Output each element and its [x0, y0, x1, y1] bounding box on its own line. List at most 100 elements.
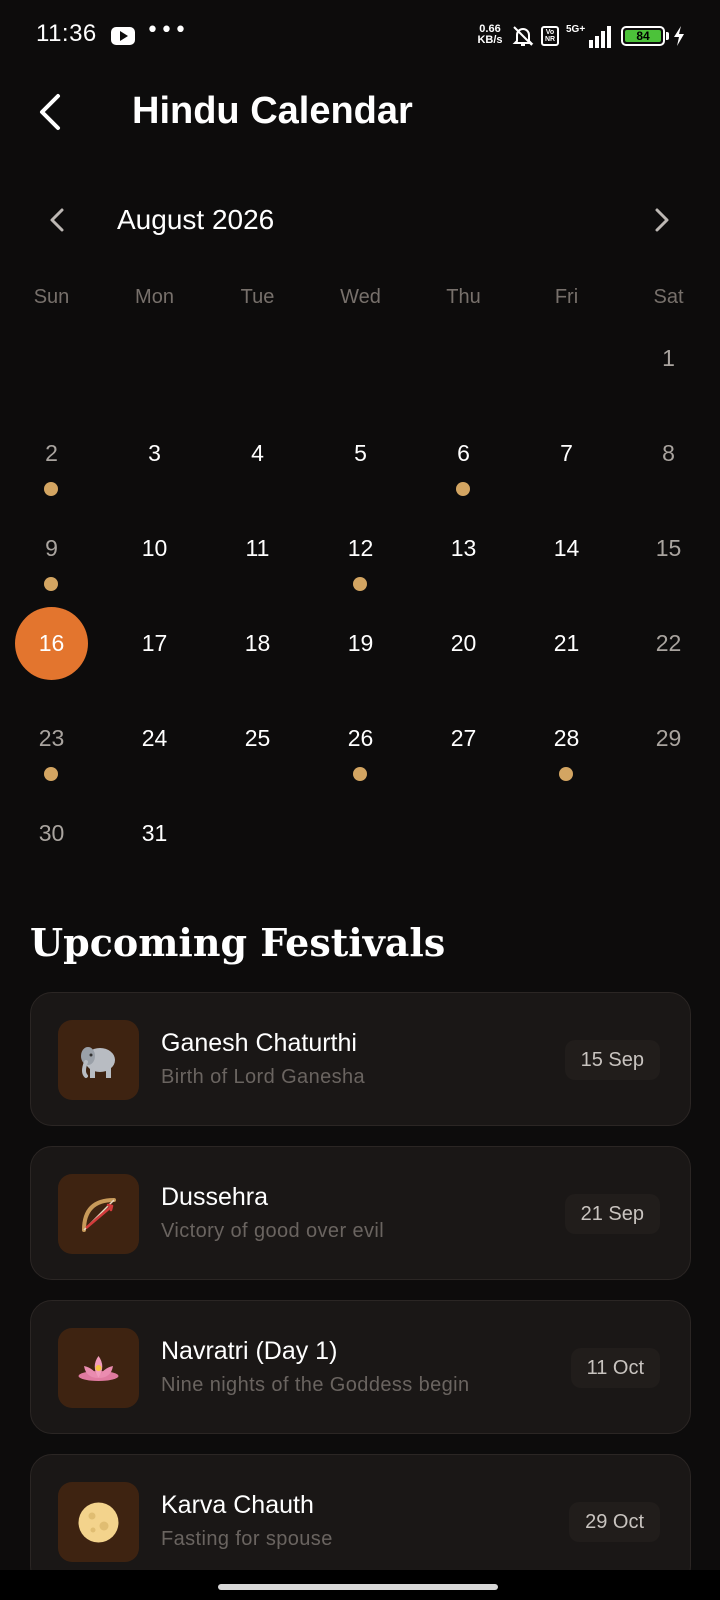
bow-arrow-icon — [82, 1198, 116, 1232]
elephant-icon — [81, 1047, 115, 1078]
weekday-mon: Mon — [135, 286, 174, 308]
calendar-day[interactable]: 14 — [515, 520, 618, 615]
day-number: 11 — [245, 535, 270, 561]
festival-description: Fasting for spouse — [161, 1528, 333, 1550]
weekday-header: Sun Mon Tue Wed Thu Fri Sat — [0, 286, 720, 316]
day-number: 20 — [450, 630, 477, 656]
day-number: 23 — [38, 725, 65, 751]
festival-card[interactable]: Dussehra Victory of good over evil 21 Se… — [30, 1146, 691, 1280]
calendar-day[interactable]: 1 — [617, 330, 720, 425]
day-number: 15 — [655, 535, 682, 561]
festival-card[interactable]: Navratri (Day 1) Nine nights of the Godd… — [30, 1300, 691, 1434]
signal-icon — [589, 26, 611, 48]
day-number: 7 — [560, 440, 573, 466]
status-time: 11:36 — [36, 20, 97, 47]
day-number: 28 — [553, 725, 580, 751]
weekday-fri: Fri — [554, 286, 579, 308]
festival-icon-box — [58, 1328, 139, 1408]
day-number: 18 — [244, 630, 271, 656]
full-moon-icon — [78, 1502, 119, 1543]
lotus-icon — [78, 1356, 119, 1381]
festival-date-badge: 29 Oct — [569, 1502, 660, 1542]
calendar-day[interactable]: 5 — [309, 425, 412, 520]
event-dot — [456, 482, 470, 496]
calendar-day[interactable]: 13 — [412, 520, 515, 615]
net-speed: 0.66 KB/s — [475, 24, 505, 46]
day-number: 19 — [347, 630, 374, 656]
day-number: 8 — [662, 440, 675, 466]
battery-level: 84 — [625, 30, 661, 42]
calendar-day[interactable]: 27 — [412, 710, 515, 805]
festival-name: Karva Chauth — [161, 1491, 314, 1519]
calendar-day[interactable]: 26 — [309, 710, 412, 805]
calendar-day[interactable]: 2 — [0, 425, 103, 520]
event-dot — [44, 577, 58, 591]
bell-muted-icon — [512, 26, 534, 46]
day-number: 22 — [655, 630, 682, 656]
day-number: 25 — [244, 725, 271, 751]
weekday-thu: Thu — [446, 286, 481, 308]
battery-tip — [666, 32, 669, 40]
event-dot — [353, 577, 367, 591]
festival-card[interactable]: Karva Chauth Fasting for spouse 29 Oct — [30, 1454, 691, 1588]
more-icon: ••• — [146, 18, 188, 43]
previous-month-button[interactable] — [42, 204, 74, 236]
festival-icon-box — [58, 1482, 139, 1562]
day-number: 29 — [655, 725, 682, 751]
festival-date-badge: 11 Oct — [570, 1348, 660, 1388]
calendar-day-selected[interactable]: 16 — [0, 607, 103, 710]
day-number: 26 — [347, 725, 374, 751]
day-number: 16 — [38, 630, 65, 656]
calendar-day[interactable]: 9 — [0, 520, 103, 615]
calendar-day[interactable]: 11 — [206, 520, 309, 615]
status-bar: 11:36 ••• 0.66 KB/s Vo NR 5G+ 84 — [0, 0, 720, 72]
calendar-day[interactable]: 22 — [617, 615, 720, 710]
calendar-day[interactable]: 7 — [515, 425, 618, 520]
day-number: 31 — [141, 820, 168, 846]
month-label: August 2026 — [117, 204, 275, 235]
calendar-grid: 1 2 3 4 5 6 7 8 9 10 11 12 13 14 15 16 1… — [0, 330, 720, 870]
day-number: 6 — [457, 440, 470, 466]
section-title-upcoming-festivals: Upcoming Festivals — [30, 920, 446, 965]
day-number: 24 — [141, 725, 168, 751]
battery-icon: 84 — [621, 26, 665, 46]
calendar-day[interactable]: 21 — [515, 615, 618, 710]
calendar-day[interactable]: 15 — [617, 520, 720, 615]
day-number: 21 — [553, 630, 580, 656]
weekday-sun: Sun — [33, 286, 70, 308]
day-number: 10 — [141, 535, 168, 561]
page-title: Hindu Calendar — [132, 90, 413, 132]
calendar-day[interactable]: 4 — [206, 425, 309, 520]
calendar-day[interactable]: 29 — [617, 710, 720, 805]
calendar-day[interactable]: 10 — [103, 520, 206, 615]
calendar-day[interactable]: 31 — [103, 805, 206, 900]
event-dot — [353, 767, 367, 781]
festival-name: Navratri (Day 1) — [161, 1337, 338, 1365]
weekday-sat: Sat — [653, 286, 684, 308]
calendar-day[interactable]: 30 — [0, 805, 103, 900]
event-dot — [559, 767, 573, 781]
calendar-day[interactable]: 18 — [206, 615, 309, 710]
calendar-day[interactable]: 25 — [206, 710, 309, 805]
net-speed-unit: KB/s — [477, 34, 503, 46]
home-indicator[interactable] — [218, 1584, 498, 1590]
calendar-day[interactable]: 12 — [309, 520, 412, 615]
calendar-day[interactable]: 6 — [412, 425, 515, 520]
calendar-day[interactable]: 24 — [103, 710, 206, 805]
back-button[interactable] — [30, 90, 74, 134]
weekday-wed: Wed — [340, 286, 381, 308]
calendar-day[interactable]: 3 — [103, 425, 206, 520]
next-month-button[interactable] — [645, 204, 677, 236]
festival-description: Victory of good over evil — [161, 1220, 385, 1242]
calendar-day[interactable]: 17 — [103, 615, 206, 710]
calendar-day[interactable]: 8 — [617, 425, 720, 520]
calendar-day[interactable]: 19 — [309, 615, 412, 710]
day-number: 9 — [45, 535, 58, 561]
calendar-day[interactable]: 28 — [515, 710, 618, 805]
festival-card[interactable]: Ganesh Chaturthi Birth of Lord Ganesha 1… — [30, 992, 691, 1126]
calendar-day[interactable]: 20 — [412, 615, 515, 710]
calendar-day[interactable]: 23 — [0, 710, 103, 805]
festival-icon-box — [58, 1020, 139, 1100]
charging-icon — [674, 26, 684, 46]
day-number: 13 — [450, 535, 477, 561]
